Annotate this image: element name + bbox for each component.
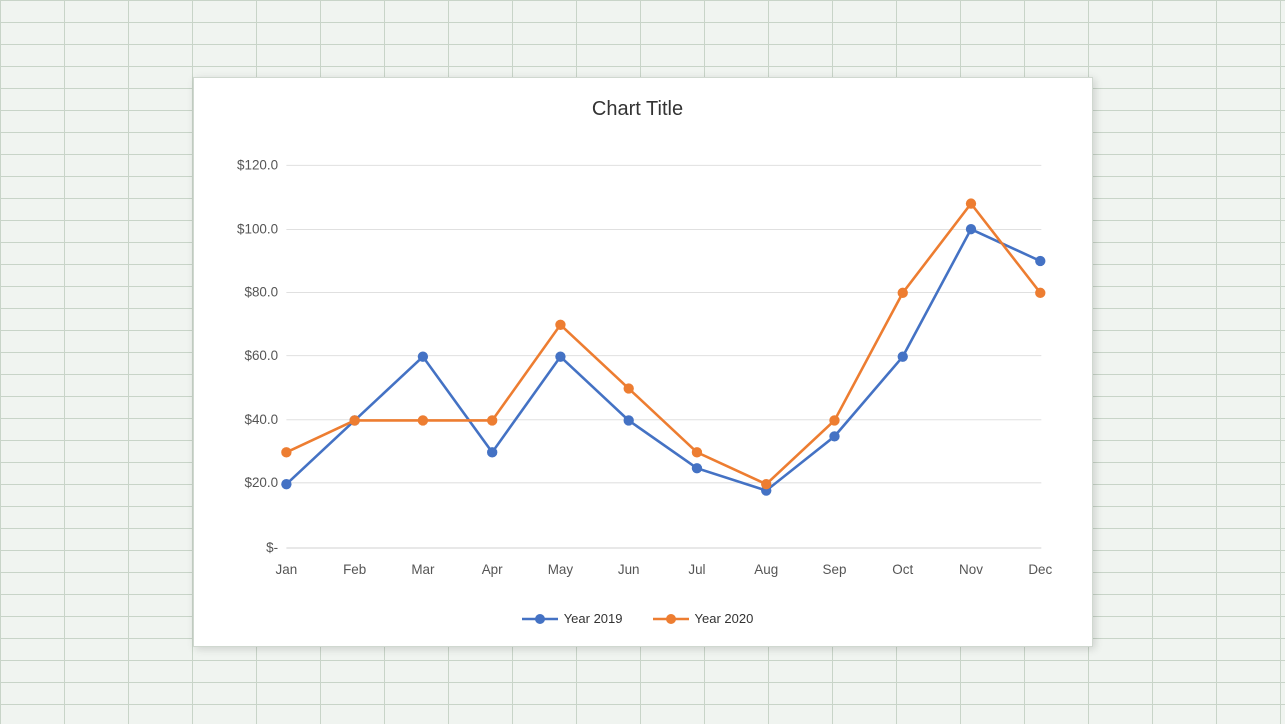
chart-legend: Year 2019 Year 2020	[522, 611, 754, 626]
dot-2020-dec	[1035, 288, 1045, 298]
svg-text:$80.0: $80.0	[244, 285, 278, 300]
svg-text:Jun: Jun	[617, 562, 639, 577]
dot-2020-jun	[623, 383, 633, 393]
dot-2020-may	[555, 320, 565, 330]
svg-text:$40.0: $40.0	[244, 412, 278, 427]
dot-2019-jun	[623, 415, 633, 425]
legend-line-2020	[653, 612, 689, 626]
dot-2020-feb	[349, 415, 359, 425]
line-chart: $120.0 $100.0 $80.0 $60.0 $40.0 $20.0 $-…	[214, 131, 1062, 603]
legend-item-2020: Year 2020	[653, 611, 754, 626]
svg-text:May: May	[547, 562, 573, 577]
svg-text:Jan: Jan	[275, 562, 297, 577]
svg-text:Oct: Oct	[892, 562, 913, 577]
dot-2020-aug	[761, 479, 771, 489]
chart-container: Chart Title $120.0 $100.0 $80.0 $60.0	[193, 77, 1093, 647]
svg-text:Nov: Nov	[959, 562, 983, 577]
svg-text:Dec: Dec	[1028, 562, 1052, 577]
legend-item-2019: Year 2019	[522, 611, 623, 626]
svg-text:Apr: Apr	[481, 562, 502, 577]
svg-text:Feb: Feb	[343, 562, 366, 577]
dot-2020-nov	[965, 198, 975, 208]
dot-2020-sep	[829, 415, 839, 425]
dot-2019-sep	[829, 431, 839, 441]
dot-2020-apr	[487, 415, 497, 425]
series-2019-line	[286, 229, 1040, 490]
svg-text:Aug: Aug	[754, 562, 778, 577]
dot-2020-jul	[691, 447, 701, 457]
legend-label-2020: Year 2020	[695, 611, 754, 626]
svg-text:Jul: Jul	[688, 562, 705, 577]
chart-area: $120.0 $100.0 $80.0 $60.0 $40.0 $20.0 $-…	[214, 131, 1062, 603]
svg-text:$100.0: $100.0	[237, 222, 278, 237]
svg-text:$120.0: $120.0	[237, 157, 278, 172]
dot-2020-mar	[417, 415, 427, 425]
dot-2019-may	[555, 351, 565, 361]
dot-2019-mar	[417, 351, 427, 361]
dot-2019-oct	[897, 351, 907, 361]
svg-text:Sep: Sep	[822, 562, 846, 577]
legend-label-2019: Year 2019	[564, 611, 623, 626]
dot-2020-jan	[281, 447, 291, 457]
dot-2019-dec	[1035, 256, 1045, 266]
svg-text:$-: $-	[266, 540, 278, 555]
svg-text:$60.0: $60.0	[244, 348, 278, 363]
dot-2019-jan	[281, 479, 291, 489]
spreadsheet-background: Chart Title $120.0 $100.0 $80.0 $60.0	[0, 0, 1285, 724]
dot-2020-oct	[897, 288, 907, 298]
svg-text:$20.0: $20.0	[244, 475, 278, 490]
series-2020-line	[286, 204, 1040, 485]
dot-2019-nov	[965, 224, 975, 234]
dot-2019-jul	[691, 463, 701, 473]
dot-2019-apr	[487, 447, 497, 457]
svg-text:Mar: Mar	[411, 562, 435, 577]
chart-title: Chart Title	[592, 98, 683, 121]
legend-line-2019	[522, 612, 558, 626]
